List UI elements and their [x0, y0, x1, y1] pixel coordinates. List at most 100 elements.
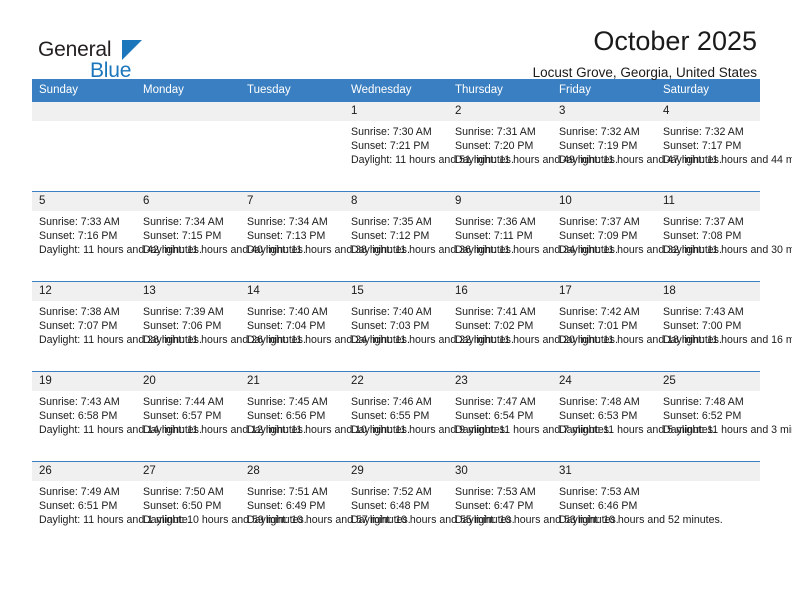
logo-text-blue: Blue [90, 59, 132, 82]
day-number: 4 [656, 102, 760, 121]
calendar-day-cell[interactable]: 6 Sunrise: 7:34 AM Sunset: 7:15 PM Daylight… [136, 192, 306, 281]
calendar-day-cell[interactable]: 4 Sunrise: 7:32 AM Sunset: 7:17 PM Daylight… [656, 102, 792, 191]
sunset-text: Sunset: 7:19 PM [559, 140, 638, 153]
calendar-day-cell[interactable]: 1 Sunrise: 7:30 AM Sunset: 7:21 PM Daylight… [344, 102, 514, 191]
day-details: Sunrise: 7:43 AM Sunset: 6:58 PM Daylight:… [32, 391, 202, 437]
calendar-week-row: 1 Sunrise: 7:30 AM Sunset: 7:21 PM Daylight… [32, 101, 792, 192]
calendar-day-cell[interactable]: 26 Sunrise: 7:49 AM Sunset: 6:51 PM Dayligh… [32, 462, 191, 552]
calendar-day-cell-empty [240, 102, 344, 191]
day-number: 17 [552, 282, 656, 301]
sunrise-text: Sunrise: 7:31 AM [455, 126, 536, 138]
calendar-day-cell-empty [656, 462, 760, 552]
daylight-text: Daylight: 11 hours and 22 minutes. [351, 334, 514, 347]
calendar-week-row: 26 Sunrise: 7:49 AM Sunset: 6:51 PM Dayligh… [32, 461, 760, 552]
day-number: 16 [448, 282, 552, 301]
day-details: Sunrise: 7:36 AM Sunset: 7:11 PM Daylight:… [448, 211, 618, 257]
sunset-text: Sunset: 6:58 PM [39, 410, 118, 423]
calendar-day-cell[interactable]: 15 Sunrise: 7:40 AM Sunset: 7:03 PM Dayligh… [344, 282, 514, 371]
calendar-day-cell[interactable]: 5 Sunrise: 7:33 AM Sunset: 7:16 PM Daylight… [32, 192, 202, 281]
sunset-text: Sunset: 6:50 PM [143, 500, 222, 513]
calendar-day-cell[interactable]: 23 Sunrise: 7:47 AM Sunset: 6:54 PM Dayligh… [448, 372, 612, 461]
sunrise-text: Sunrise: 7:34 AM [247, 216, 328, 228]
calendar-day-cell-empty [136, 102, 240, 191]
daylight-text: Daylight: 11 hours and 36 minutes. [351, 244, 514, 257]
daylight-text: Daylight: 11 hours and 47 minutes. [559, 154, 722, 167]
calendar-day-cell[interactable]: 3 Sunrise: 7:32 AM Sunset: 7:19 PM Daylight… [552, 102, 722, 191]
sunset-text: Sunset: 6:56 PM [247, 410, 326, 423]
day-number: 2 [448, 102, 552, 121]
calendar-week-row: 12 Sunrise: 7:38 AM Sunset: 7:07 PM Dayligh… [32, 281, 792, 372]
sunrise-text: Sunrise: 7:32 AM [663, 126, 744, 138]
calendar-day-cell[interactable]: 10 Sunrise: 7:37 AM Sunset: 7:09 PM Dayligh… [552, 192, 722, 281]
location-subtitle: Locust Grove, Georgia, United States [532, 65, 757, 80]
day-details: Sunrise: 7:32 AM Sunset: 7:19 PM Daylight:… [552, 121, 722, 167]
day-details: Sunrise: 7:48 AM Sunset: 6:53 PM Daylight:… [552, 391, 716, 437]
calendar-day-cell[interactable]: 14 Sunrise: 7:40 AM Sunset: 7:04 PM Dayligh… [240, 282, 410, 371]
sunrise-text: Sunrise: 7:47 AM [455, 396, 536, 408]
calendar-day-cell[interactable]: 30 Sunrise: 7:53 AM Sunset: 6:47 PM Dayligh… [448, 462, 619, 552]
calendar-day-cell[interactable]: 28 Sunrise: 7:51 AM Sunset: 6:49 PM Dayligh… [240, 462, 411, 552]
daylight-text: Daylight: 11 hours and 3 minutes. [663, 424, 792, 437]
calendar-day-cell[interactable]: 8 Sunrise: 7:35 AM Sunset: 7:12 PM Daylight… [344, 192, 514, 281]
day-number: 18 [656, 282, 760, 301]
day-details: Sunrise: 7:39 AM Sunset: 7:06 PM Daylight:… [136, 301, 306, 347]
sunrise-text: Sunrise: 7:34 AM [143, 216, 224, 228]
page-title: October 2025 [593, 26, 757, 56]
day-number: 27 [136, 462, 240, 481]
daylight-text: Daylight: 11 hours and 49 minutes. [455, 154, 618, 167]
day-number: 12 [32, 282, 136, 301]
day-number: 15 [344, 282, 448, 301]
day-number: 11 [656, 192, 760, 211]
sunrise-text: Sunrise: 7:36 AM [455, 216, 536, 228]
day-number: 10 [552, 192, 656, 211]
sunset-text: Sunset: 6:47 PM [455, 500, 534, 513]
day-details: Sunrise: 7:52 AM Sunset: 6:48 PM Daylight:… [344, 481, 515, 527]
calendar-day-cell[interactable]: 31 Sunrise: 7:53 AM Sunset: 6:46 PM Dayligh… [552, 462, 723, 552]
sunrise-text: Sunrise: 7:30 AM [351, 126, 432, 138]
calendar-day-cell[interactable]: 16 Sunrise: 7:41 AM Sunset: 7:02 PM Dayligh… [448, 282, 618, 371]
calendar-day-cell[interactable]: 29 Sunrise: 7:52 AM Sunset: 6:48 PM Dayligh… [344, 462, 515, 552]
day-number: 31 [552, 462, 656, 481]
calendar-day-cell[interactable]: 27 Sunrise: 7:50 AM Sunset: 6:50 PM Dayligh… [136, 462, 307, 552]
sunset-text: Sunset: 6:49 PM [247, 500, 326, 513]
calendar-day-cell[interactable]: 9 Sunrise: 7:36 AM Sunset: 7:11 PM Daylight… [448, 192, 618, 281]
calendar-day-cell[interactable]: 22 Sunrise: 7:46 AM Sunset: 6:55 PM Dayligh… [344, 372, 508, 461]
calendar-day-cell[interactable]: 20 Sunrise: 7:44 AM Sunset: 6:57 PM Dayligh… [136, 372, 306, 461]
calendar-day-cell[interactable]: 25 Sunrise: 7:48 AM Sunset: 6:52 PM Dayligh… [656, 372, 792, 461]
calendar-day-cell[interactable]: 13 Sunrise: 7:39 AM Sunset: 7:06 PM Dayligh… [136, 282, 306, 371]
day-details: Sunrise: 7:48 AM Sunset: 6:52 PM Daylight:… [656, 391, 792, 437]
calendar-day-cell[interactable]: 21 Sunrise: 7:45 AM Sunset: 6:56 PM Dayligh… [240, 372, 410, 461]
sunset-text: Sunset: 7:03 PM [351, 320, 430, 333]
sunset-text: Sunset: 6:48 PM [351, 500, 430, 513]
sunset-text: Sunset: 6:46 PM [559, 500, 638, 513]
sunrise-text: Sunrise: 7:35 AM [351, 216, 432, 228]
calendar-page: General Blue October 2025 Locust Grove, … [0, 0, 792, 612]
daylight-text: Daylight: 11 hours and 42 minutes. [39, 244, 202, 257]
sunset-text: Sunset: 7:12 PM [351, 230, 430, 243]
day-details: Sunrise: 7:33 AM Sunset: 7:16 PM Daylight:… [32, 211, 202, 257]
calendar-day-cell[interactable]: 24 Sunrise: 7:48 AM Sunset: 6:53 PM Dayligh… [552, 372, 716, 461]
daylight-text: Daylight: 11 hours and 40 minutes. [143, 244, 306, 257]
calendar-day-cell[interactable]: 19 Sunrise: 7:43 AM Sunset: 6:58 PM Dayligh… [32, 372, 202, 461]
day-details: Sunrise: 7:43 AM Sunset: 7:00 PM Daylight:… [656, 301, 792, 347]
calendar-day-cell[interactable]: 18 Sunrise: 7:43 AM Sunset: 7:00 PM Dayligh… [656, 282, 792, 371]
day-details: Sunrise: 7:49 AM Sunset: 6:51 PM Daylight:… [32, 481, 191, 527]
calendar-day-cell[interactable]: 2 Sunrise: 7:31 AM Sunset: 7:20 PM Daylight… [448, 102, 618, 191]
calendar-day-cell[interactable]: 7 Sunrise: 7:34 AM Sunset: 7:13 PM Daylight… [240, 192, 410, 281]
sunset-text: Sunset: 7:04 PM [247, 320, 326, 333]
calendar-day-cell[interactable]: 12 Sunrise: 7:38 AM Sunset: 7:07 PM Dayligh… [32, 282, 202, 371]
day-details: Sunrise: 7:34 AM Sunset: 7:15 PM Daylight:… [136, 211, 306, 257]
daylight-text: Daylight: 10 hours and 57 minutes. [247, 514, 411, 527]
sunset-text: Sunset: 6:57 PM [143, 410, 222, 423]
day-number: 23 [448, 372, 552, 391]
calendar-week-row: 19 Sunrise: 7:43 AM Sunset: 6:58 PM Dayligh… [32, 371, 792, 462]
calendar-day-cell[interactable]: 17 Sunrise: 7:42 AM Sunset: 7:01 PM Dayligh… [552, 282, 722, 371]
sunrise-text: Sunrise: 7:33 AM [39, 216, 120, 228]
calendar-day-cell[interactable]: 11 Sunrise: 7:37 AM Sunset: 7:08 PM Dayligh… [656, 192, 792, 281]
page-header: General Blue October 2025 Locust Grove, … [32, 0, 760, 82]
sunset-text: Sunset: 6:54 PM [455, 410, 534, 423]
day-number [136, 102, 240, 121]
sunset-text: Sunset: 7:13 PM [247, 230, 326, 243]
sunrise-sunset-calendar: Sunday Monday Tuesday Wednesday Thursday Frid… [32, 79, 792, 552]
sunrise-text: Sunrise: 7:43 AM [663, 306, 744, 318]
